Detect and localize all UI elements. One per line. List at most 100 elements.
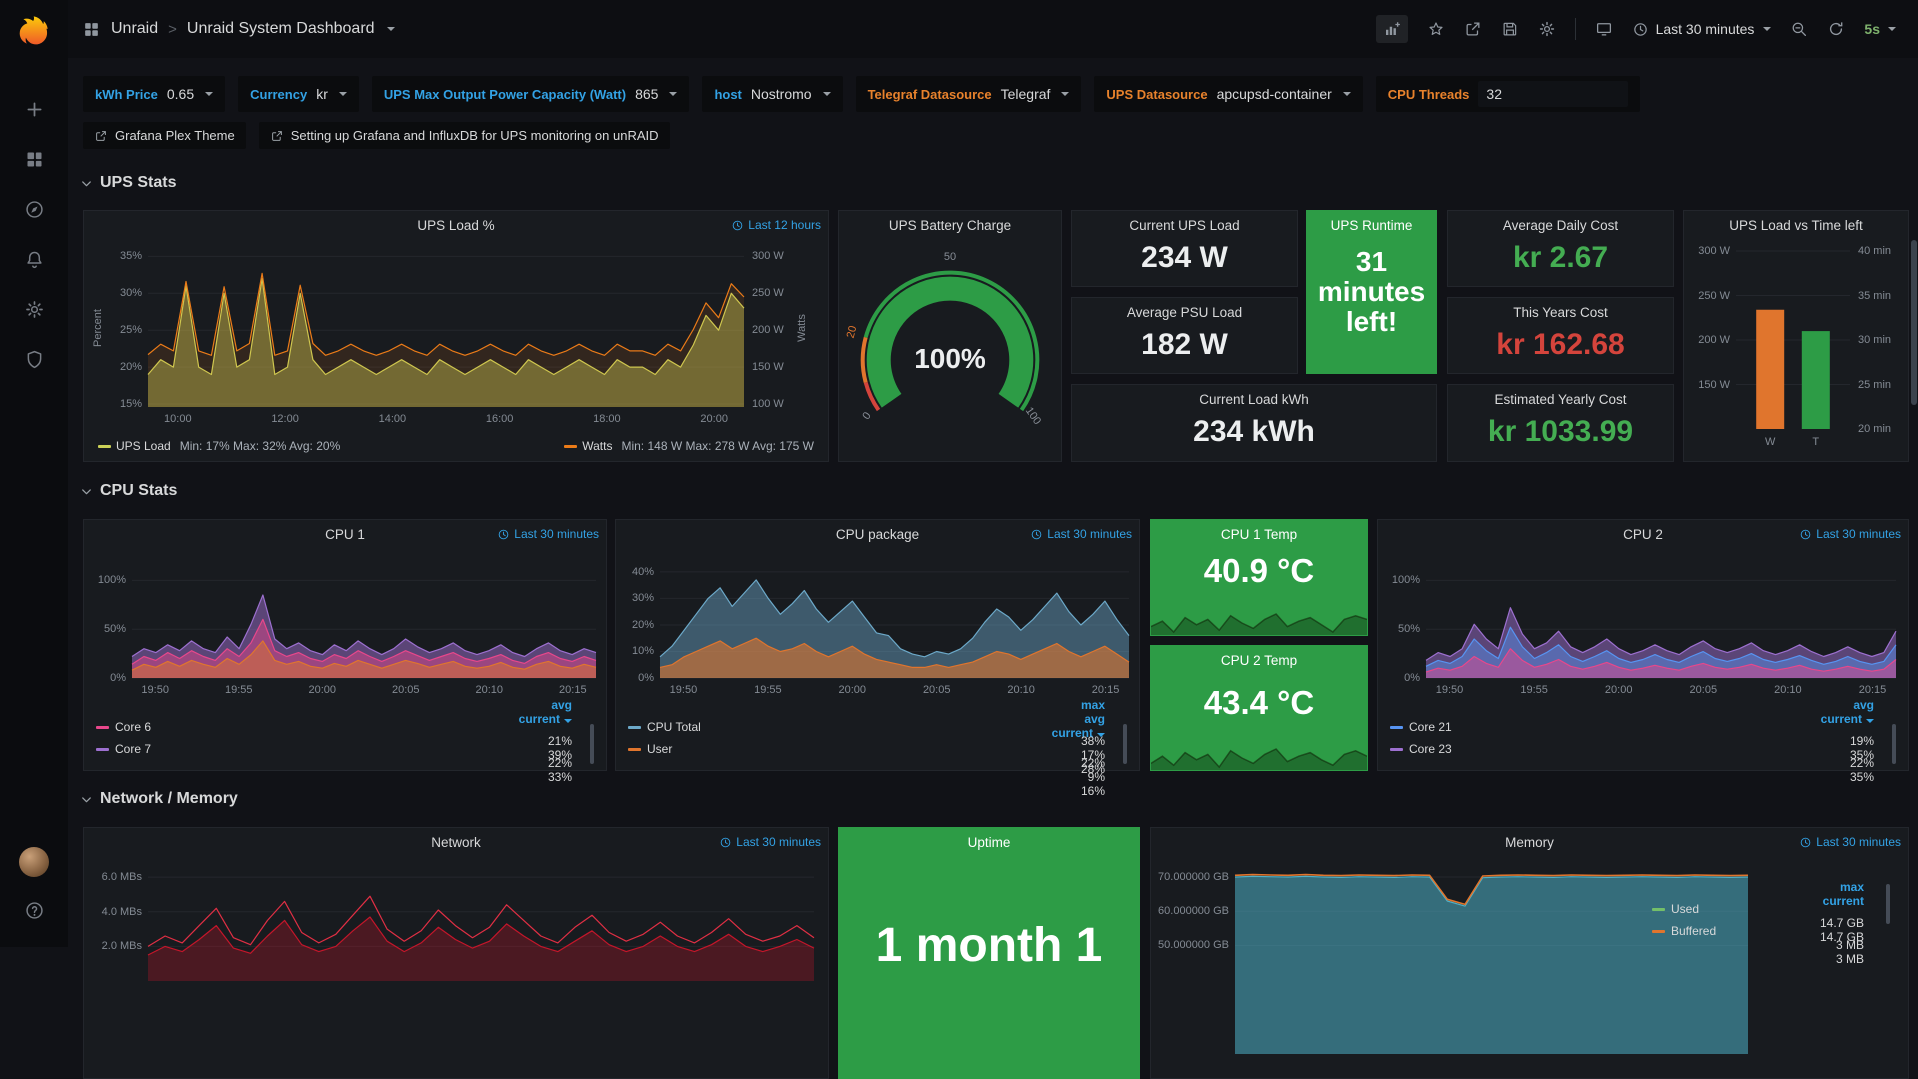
sidebar-help-button[interactable] bbox=[0, 885, 68, 935]
apps-grid-icon[interactable] bbox=[82, 20, 101, 39]
x-axis-tick: 19:50 bbox=[661, 683, 705, 697]
refresh-interval-picker[interactable]: 5s bbox=[1864, 21, 1896, 37]
caret-down-icon bbox=[1061, 92, 1069, 96]
time-override-badge[interactable]: Last 30 minutes bbox=[1799, 835, 1901, 849]
panel-memory: Memory Last 30 minutes 70.000000 GB60.00… bbox=[1150, 827, 1909, 1079]
legend-scrollbar[interactable] bbox=[1886, 884, 1890, 924]
stat-value: 43.4 °C bbox=[1151, 684, 1367, 722]
save-dashboard-button[interactable] bbox=[1501, 20, 1519, 38]
link-ups-monitoring-guide[interactable]: Setting up Grafana and InfluxDB for UPS … bbox=[259, 122, 670, 149]
page-scrollbar[interactable] bbox=[1911, 240, 1917, 405]
breadcrumb-dashboard-title[interactable]: Unraid System Dashboard bbox=[187, 20, 375, 38]
clock-icon bbox=[1030, 528, 1043, 541]
legend-col-max[interactable]: max bbox=[628, 698, 1105, 712]
clock-icon bbox=[1799, 528, 1812, 541]
x-axis-tick: 20:00 bbox=[1597, 683, 1641, 697]
cpu2-canvas[interactable] bbox=[1378, 548, 1908, 696]
gear-icon bbox=[24, 299, 45, 320]
legend-scrollbar[interactable] bbox=[590, 724, 594, 764]
network-chart[interactable]: 6.0 MBs4.0 MBs2.0 MBs bbox=[84, 856, 828, 1078]
section-cpu-stats[interactable]: CPU Stats bbox=[79, 482, 177, 500]
network-canvas[interactable] bbox=[84, 856, 828, 1078]
grafana-logo[interactable] bbox=[12, 8, 56, 52]
x-axis-tick: 19:55 bbox=[1512, 683, 1556, 697]
legend-series-ups-load[interactable]: UPS Load Min: 17% Max: 32% Avg: 20% bbox=[98, 439, 340, 453]
legend-col-avg[interactable]: avg bbox=[96, 698, 572, 712]
cpu1-chart[interactable]: 100%50%0%19:5019:5520:0020:0520:1020:15 bbox=[84, 548, 606, 696]
sidebar-explore-button[interactable] bbox=[0, 184, 68, 234]
y-axis-tick: 100% bbox=[98, 573, 126, 587]
cpu2-chart[interactable]: 100%50%0%19:5019:5520:0020:0520:1020:15 bbox=[1378, 548, 1908, 696]
time-override-badge[interactable]: Last 30 minutes bbox=[719, 835, 821, 849]
y-axis-tick: 50% bbox=[1398, 622, 1420, 636]
series-color-dash bbox=[628, 726, 641, 729]
variable-ups-datasource[interactable]: UPS Datasource apcupsd-container bbox=[1094, 76, 1362, 112]
stat-value: 234 kWh bbox=[1072, 415, 1436, 449]
y-axis-tick: 150 W bbox=[1698, 378, 1730, 392]
battery-gauge[interactable]: 100% 02050100 bbox=[839, 239, 1061, 455]
sidebar-create-button[interactable] bbox=[0, 84, 68, 134]
cycle-view-button[interactable] bbox=[1595, 20, 1613, 38]
variable-ups-max-output[interactable]: UPS Max Output Power Capacity (Watt) 865 bbox=[372, 76, 690, 112]
variable-currency[interactable]: Currency kr bbox=[238, 76, 359, 112]
variable-telegraf-datasource[interactable]: Telegraf Datasource Telegraf bbox=[856, 76, 1082, 112]
ups_load-canvas[interactable] bbox=[84, 239, 828, 431]
cpu1-canvas[interactable] bbox=[84, 548, 606, 696]
legend-col-avg[interactable]: avg bbox=[1390, 698, 1874, 712]
x-axis-tick: 19:50 bbox=[1428, 683, 1472, 697]
topbar: Unraid > Unraid System Dashboard Last 30… bbox=[68, 0, 1918, 58]
ups-load-chart[interactable]: 35%30%25%20%15%300 W250 W200 W150 W100 W… bbox=[84, 239, 828, 431]
legend-scrollbar[interactable] bbox=[1123, 724, 1127, 764]
variable-host[interactable]: host Nostromo bbox=[702, 76, 842, 112]
section-ups-stats[interactable]: UPS Stats bbox=[79, 174, 176, 192]
sidebar-alerting-button[interactable] bbox=[0, 234, 68, 284]
stat-value: kr 1033.99 bbox=[1448, 415, 1673, 449]
legend-series-watts[interactable]: Watts Min: 148 W Max: 278 W Avg: 175 W bbox=[564, 439, 814, 453]
add-panel-button[interactable] bbox=[1376, 15, 1408, 43]
caret-down-icon[interactable] bbox=[387, 27, 395, 31]
time-range-picker[interactable]: Last 30 minutes bbox=[1632, 21, 1772, 38]
spark_cpu1_temp-canvas bbox=[1151, 609, 1367, 635]
series-color-dash bbox=[1652, 930, 1665, 933]
breadcrumb-folder[interactable]: Unraid bbox=[111, 20, 158, 38]
sidebar-configuration-button[interactable] bbox=[0, 284, 68, 334]
legend-row: User 22% 9% 16% bbox=[628, 742, 1105, 764]
monitor-icon bbox=[1595, 20, 1613, 38]
time-override-badge[interactable]: Last 12 hours bbox=[731, 218, 821, 232]
legend-scrollbar[interactable] bbox=[1892, 724, 1896, 764]
time-override-badge[interactable]: Last 30 minutes bbox=[1030, 527, 1132, 541]
series-color-dash bbox=[1390, 726, 1403, 729]
legend-row: Core 23 22% 35% bbox=[1390, 742, 1874, 764]
spark_cpu2_temp-canvas bbox=[1151, 744, 1367, 770]
y-axis-tick: 70.000000 GB bbox=[1158, 870, 1229, 884]
variable-kwh-price[interactable]: kWh Price 0.65 bbox=[83, 76, 225, 112]
refresh-button[interactable] bbox=[1827, 20, 1845, 38]
time-override-badge[interactable]: Last 30 minutes bbox=[1799, 527, 1901, 541]
ups-bar-chart[interactable]: 300 W250 W200 W150 W40 min35 min30 min25… bbox=[1684, 239, 1908, 457]
stat-value: kr 162.68 bbox=[1448, 328, 1673, 362]
dashboard-settings-button[interactable] bbox=[1538, 20, 1556, 38]
chevron-down-icon bbox=[79, 792, 94, 807]
y-axis-tick: 300 W bbox=[752, 249, 784, 263]
y-axis-tick: 25% bbox=[120, 323, 142, 337]
link-grafana-plex-theme[interactable]: Grafana Plex Theme bbox=[83, 122, 246, 149]
gauge-value: 100% bbox=[839, 343, 1061, 375]
y-axis-tick: 50% bbox=[104, 622, 126, 636]
temp-sparkline bbox=[1151, 609, 1367, 635]
series-color-dash bbox=[564, 445, 577, 448]
sidebar-admin-button[interactable] bbox=[0, 334, 68, 384]
share-dashboard-button[interactable] bbox=[1464, 20, 1482, 38]
legend-col-max[interactable]: max bbox=[1652, 880, 1864, 894]
star-dashboard-button[interactable] bbox=[1427, 20, 1445, 38]
variable-cpu-threads[interactable]: CPU Threads 32 bbox=[1376, 76, 1641, 112]
x-axis-tick: 20:10 bbox=[1766, 683, 1810, 697]
section-network-memory[interactable]: Network / Memory bbox=[79, 790, 238, 808]
sidebar-dashboards-button[interactable] bbox=[0, 134, 68, 184]
cpu_package-canvas[interactable] bbox=[616, 548, 1139, 696]
cpu-threads-input[interactable]: 32 bbox=[1478, 81, 1628, 107]
panel-cpu-package: CPU package Last 30 minutes 40%30%20%10%… bbox=[615, 519, 1140, 771]
time-override-badge[interactable]: Last 30 minutes bbox=[497, 527, 599, 541]
zoom-out-button[interactable] bbox=[1790, 20, 1808, 38]
user-avatar[interactable] bbox=[19, 847, 49, 877]
cpu-package-chart[interactable]: 40%30%20%10%0%19:5019:5520:0020:0520:102… bbox=[616, 548, 1139, 696]
